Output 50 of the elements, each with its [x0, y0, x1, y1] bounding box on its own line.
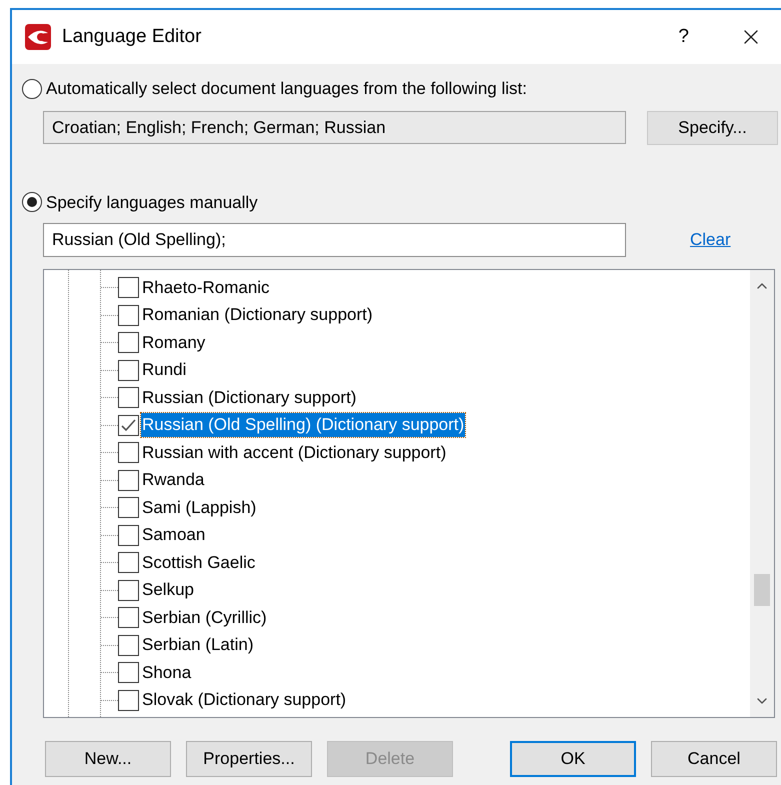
- app-logo-icon: [24, 23, 52, 51]
- scrollbar-thumb[interactable]: [754, 574, 770, 606]
- languages-input-field[interactable]: Russian (Old Spelling);: [43, 223, 626, 257]
- scrollbar[interactable]: [750, 270, 774, 717]
- checkbox[interactable]: [118, 304, 139, 326]
- option-label: Specify languages manually: [46, 192, 258, 214]
- language-item[interactable]: Shona: [141, 660, 192, 685]
- language-item[interactable]: Samoan: [141, 523, 206, 548]
- radio-button[interactable]: [22, 192, 42, 212]
- checkbox[interactable]: [118, 690, 139, 711]
- checkbox[interactable]: [118, 662, 139, 684]
- checkbox[interactable]: [118, 360, 139, 381]
- option-label: Automatically select document languages from the following list:: [46, 78, 527, 100]
- checkbox[interactable]: [118, 442, 139, 464]
- language-item[interactable]: Serbian (Cyrillic): [141, 606, 268, 630]
- specify-button[interactable]: Specify...: [647, 110, 778, 144]
- help-button[interactable]: ?: [678, 22, 689, 52]
- language-item[interactable]: Romanian (Dictionary support): [141, 303, 374, 328]
- language-item[interactable]: Russian (Dictionary support): [141, 386, 358, 410]
- checkbox[interactable]: [118, 607, 139, 628]
- language-item[interactable]: Rhaeto-Romanic: [141, 276, 271, 300]
- language-item[interactable]: Russian (Old Spelling) (Dictionary support): [141, 413, 466, 438]
- dialog-button[interactable]: Properties...: [186, 741, 312, 777]
- checkbox[interactable]: [118, 497, 139, 518]
- language-item[interactable]: Selkup: [141, 578, 195, 602]
- checkbox[interactable]: [118, 552, 139, 574]
- checkbox[interactable]: [118, 524, 139, 546]
- language-item[interactable]: Rundi: [141, 358, 188, 382]
- checkbox[interactable]: [118, 634, 139, 656]
- language-item[interactable]: Russian with accent (Dictionary support): [141, 440, 448, 465]
- radio-button[interactable]: [22, 78, 42, 99]
- checkmark-icon: [121, 418, 136, 432]
- dialog-button[interactable]: OK: [510, 741, 636, 777]
- checkbox[interactable]: [118, 470, 139, 491]
- checkbox[interactable]: [118, 414, 139, 436]
- checkbox[interactable]: [118, 387, 139, 408]
- language-item[interactable]: Slovak (Dictionary support): [141, 688, 348, 712]
- dialog-button[interactable]: Cancel: [651, 741, 777, 777]
- checkbox[interactable]: [118, 277, 139, 298]
- window-title: Language Editor: [62, 24, 202, 49]
- language-item[interactable]: Rwanda: [141, 468, 206, 492]
- language-item[interactable]: Serbian (Latin): [141, 633, 255, 658]
- language-item[interactable]: Scottish Gaelic: [141, 550, 256, 575]
- checkbox[interactable]: [118, 580, 139, 601]
- language-list-field[interactable]: Croatian; English; French; German; Russian: [43, 111, 626, 144]
- language-item[interactable]: Romany: [141, 330, 206, 355]
- checkbox[interactable]: [118, 332, 139, 354]
- clear-link[interactable]: Clear: [690, 227, 731, 253]
- language-item[interactable]: Sami (Lappish): [141, 496, 258, 520]
- dialog-button[interactable]: New...: [45, 741, 171, 777]
